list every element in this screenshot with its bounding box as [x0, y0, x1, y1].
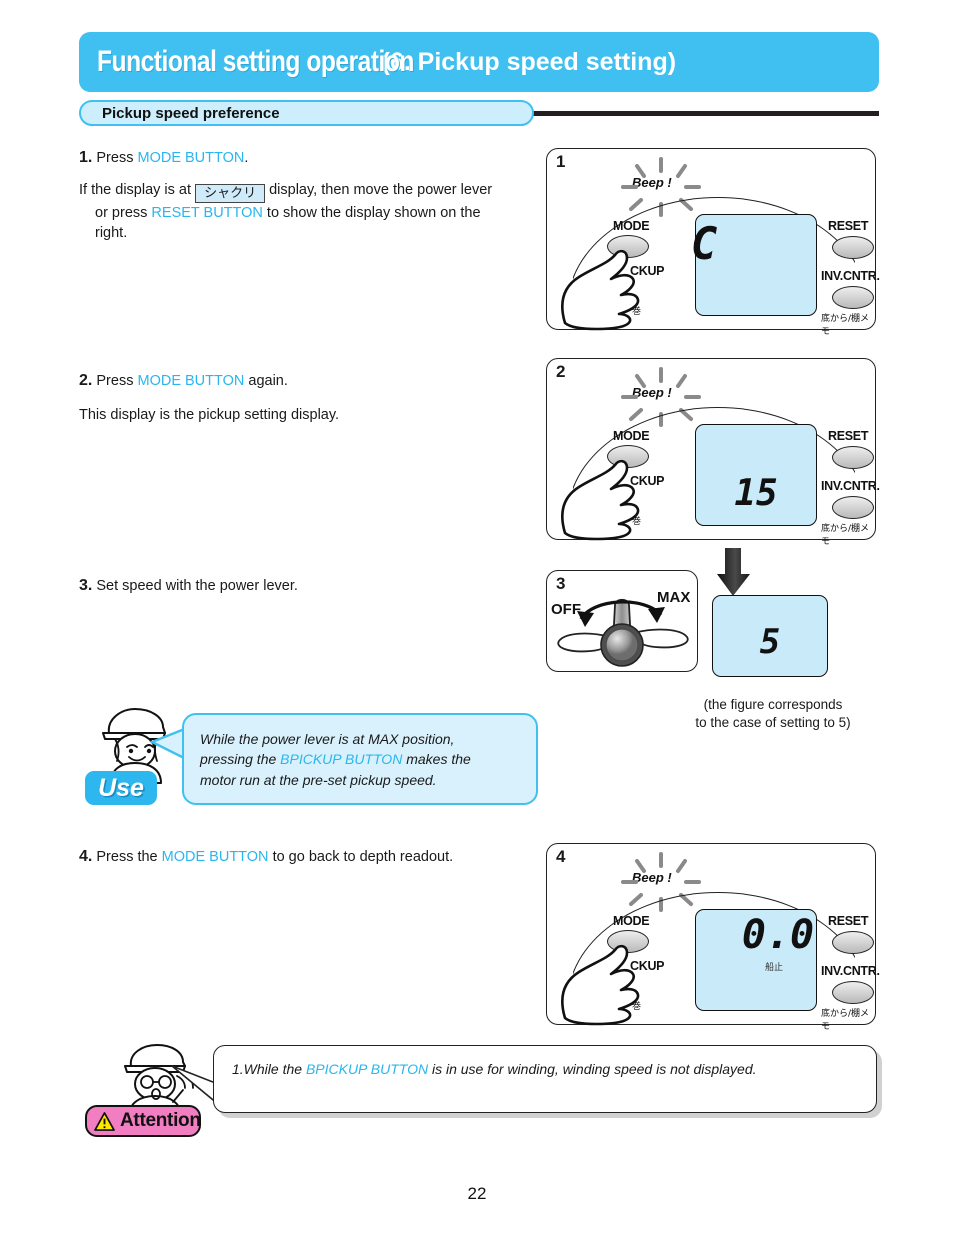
lever-off-label: OFF — [551, 601, 581, 618]
section-pill: Pickup speed preference — [79, 100, 534, 126]
attention-badge: Attention — [85, 1105, 201, 1137]
invcntr-label-1: INV.CNTR. — [821, 269, 880, 283]
step-4-lead: Press the — [96, 849, 158, 865]
power-lever-icon — [557, 598, 689, 667]
page-subtitle: (6. Pickup speed setting) — [381, 47, 677, 76]
step-4-text: 4. Press the MODE BUTTON to go back to d… — [79, 846, 549, 869]
use-text-b: pressing the BPICKUP BUTTON makes the — [200, 749, 520, 769]
step-1-body-b: display, then move the power lever — [269, 181, 493, 198]
step-2-body: This display is the pickup setting displ… — [79, 406, 340, 423]
step-1-lead: Press — [96, 150, 134, 166]
attention-text-link: BPICKUP BUTTON — [305, 1061, 429, 1077]
invcntr-label-4: INV.CNTR. — [821, 964, 880, 978]
reset-label-1: RESET — [828, 219, 869, 233]
memo-label-2: 底から/棚メモ — [821, 524, 870, 547]
step-4-number: 4. — [79, 848, 93, 865]
lcd-sub-label-4: 船止 — [764, 963, 783, 973]
step-1-body-a: If the display is at — [79, 181, 192, 198]
hand-pointer-icon-2 — [561, 459, 640, 541]
use-text-b-pre: pressing the — [200, 751, 277, 768]
step-2-text: 2. Press MODE BUTTON again. This display… — [79, 370, 549, 425]
lcd-screen-1: C — [691, 214, 817, 316]
invcntr-button-4[interactable] — [832, 981, 874, 1004]
step-1-tail: . — [244, 150, 249, 166]
step-1-body: If the display is at シャクリ display, then … — [79, 180, 549, 244]
step-4-tail: to go back to depth readout. — [272, 849, 454, 865]
use-text-a: While the power lever is at MAX position… — [200, 731, 455, 747]
attention-badge-label: Attention — [120, 1110, 201, 1131]
section-label: Pickup speed preference — [102, 104, 280, 122]
lcd-value-4: 0.0 — [741, 912, 815, 958]
step-3-number: 3. — [79, 577, 93, 594]
device-panel-2: 2 Beep ! MODE CKUP 巻 15 RESET INV.CNTR. … — [546, 358, 880, 547]
result-lcd-value: 5 — [759, 622, 781, 662]
memo-label-1: 底から/棚メモ — [821, 314, 870, 337]
reset-label-2: RESET — [828, 429, 869, 443]
use-badge-label: Use — [98, 773, 144, 802]
down-arrow-icon — [717, 548, 750, 596]
result-caption: (the figure corresponds to the case of s… — [648, 696, 898, 731]
use-text-c: motor run at the pre-set pickup speed. — [200, 771, 437, 788]
manual-page: Functional setting operation (6. Pickup … — [0, 0, 954, 1235]
result-lcd-screen: 5 — [712, 595, 828, 677]
use-callout-bubble: While the power lever is at MAX position… — [182, 713, 538, 805]
page-number: 22 — [467, 1184, 487, 1203]
panel-2-number: 2 — [556, 362, 566, 381]
use-text-b-post: makes the — [406, 751, 471, 768]
use-badge: Use — [85, 771, 157, 805]
step-1-body-c-post: to show the display shown on the — [266, 204, 481, 221]
memo-label-4: 底から/棚メモ — [821, 1009, 870, 1032]
device-panel-1: 1 Beep ! MODE CKUP 巻 C RESET INV.CNTR. 底… — [546, 148, 880, 337]
device-panel-4: 4 Beep ! MODE CKUP 巻 0.0 船止 RESET INV.CN… — [546, 843, 880, 1032]
step-1-reset-link: RESET BUTTON — [151, 204, 263, 221]
step-3-lead: Set speed with the power lever. — [96, 578, 298, 594]
section-header: Pickup speed preference — [79, 100, 879, 126]
lcd-screen-4: 0.0 船止 — [695, 909, 817, 1011]
use-text-b-link: BPICKUP BUTTON — [280, 751, 403, 768]
page-title-bar: Functional setting operation (6. Pickup … — [79, 32, 879, 92]
katakana-badge: シャクリ — [195, 183, 266, 203]
step-1-body-c-pre: or press — [95, 204, 148, 221]
page-title: Functional setting operation — [97, 45, 414, 78]
step-4-link: MODE BUTTON — [161, 849, 269, 865]
result-caption-line2: to the case of setting to 5) — [695, 714, 851, 730]
invcntr-label-2: INV.CNTR. — [821, 479, 880, 493]
attention-text: 1.While the BPICKUP BUTTON is in use for… — [232, 1059, 858, 1079]
step-1-link: MODE BUTTON — [137, 150, 245, 166]
step-2-number: 2. — [79, 372, 93, 389]
attention-callout-bubble: 1.While the BPICKUP BUTTON is in use for… — [213, 1045, 877, 1113]
step-1-body-d: right. — [95, 225, 128, 242]
step-2-tail: again. — [248, 373, 288, 389]
panel-1-number: 1 — [556, 152, 566, 171]
invcntr-button-2[interactable] — [832, 496, 874, 519]
reset-button-2[interactable] — [832, 446, 874, 469]
step-1-text: 1. Press MODE BUTTON. If the display is … — [79, 147, 549, 244]
reset-label-4: RESET — [828, 914, 869, 928]
result-caption-line1: (the figure corresponds — [703, 697, 843, 712]
invcntr-button-1[interactable] — [832, 286, 874, 309]
reset-button-4[interactable] — [832, 931, 874, 954]
step-2-lead: Press — [96, 373, 134, 389]
reset-button-1[interactable] — [832, 236, 874, 259]
step-1-number: 1. — [79, 149, 93, 166]
hand-pointer-icon-4 — [561, 944, 640, 1026]
power-lever-panel: 3 — [546, 570, 698, 672]
step-3-text: 3. Set speed with the power lever. — [79, 575, 549, 598]
lcd-value-2: 15 — [734, 473, 778, 514]
panel-4-number: 4 — [556, 847, 566, 866]
lcd-screen-2: 15 — [695, 424, 817, 526]
lcd-value-1: C — [690, 219, 718, 270]
step-2-link: MODE BUTTON — [137, 373, 245, 389]
attention-text-pre: 1.While the — [232, 1061, 303, 1077]
warning-triangle-icon — [94, 1111, 115, 1131]
lever-max-label: MAX — [657, 589, 691, 606]
attention-text-post: is in use for winding, winding speed is … — [431, 1061, 757, 1077]
